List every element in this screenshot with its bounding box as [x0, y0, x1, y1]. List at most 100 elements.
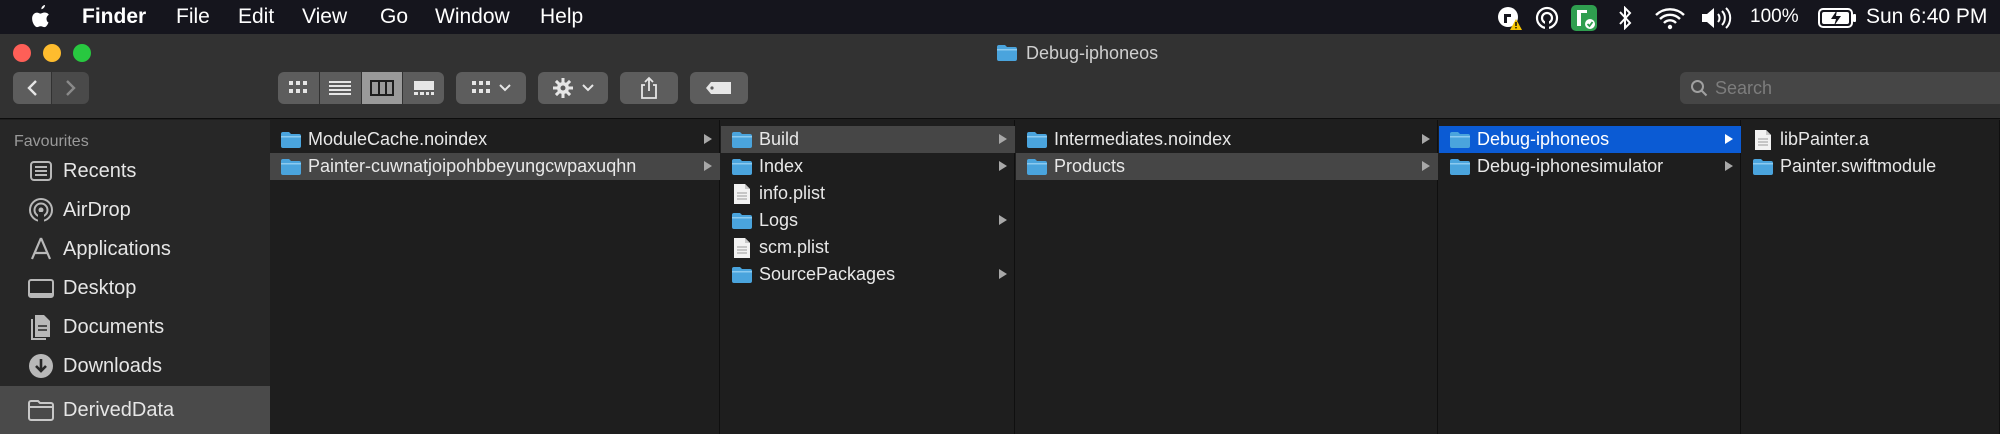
- icon-view-button[interactable]: [278, 72, 319, 104]
- folder-icon: [1026, 158, 1048, 176]
- sidebar-item-airdrop[interactable]: AirDrop: [0, 190, 270, 230]
- gallery-view-button[interactable]: [403, 72, 444, 104]
- airdrop-icon: [29, 198, 53, 224]
- document-icon: [1754, 129, 1772, 151]
- file-name: Intermediates.noindex: [1054, 129, 1232, 149]
- file-row-intermediates-noindex[interactable]: Intermediates.noindex: [1016, 126, 1438, 153]
- file-name: Painter.swiftmodule: [1780, 156, 1937, 176]
- file-name: SourcePackages: [759, 264, 896, 284]
- file-row-logs[interactable]: Logs: [721, 207, 1015, 234]
- file-row-debug-iphoneos[interactable]: Debug-iphoneos: [1439, 126, 1741, 153]
- menu-view[interactable]: View: [302, 0, 347, 34]
- file-row-painter-swiftmodule[interactable]: Painter.swiftmodule: [1742, 153, 2000, 180]
- disclosure-arrow-icon: [999, 269, 1007, 279]
- sidebar-item-label: Desktop: [63, 276, 137, 299]
- back-button[interactable]: [13, 72, 51, 104]
- applications-icon: [30, 237, 52, 260]
- menu-file[interactable]: File: [176, 0, 210, 34]
- file-name: scm.plist: [759, 237, 830, 257]
- folder-icon: [1026, 131, 1048, 149]
- disclosure-arrow-icon: [704, 134, 712, 144]
- menubar-clock[interactable]: Sun 6:40 PM: [1866, 0, 1987, 34]
- menu-help[interactable]: Help: [540, 0, 583, 34]
- desktop-icon: [28, 279, 54, 298]
- folder-icon: [731, 158, 753, 176]
- file-row-debug-iphonesimulator[interactable]: Debug-iphonesimulator: [1439, 153, 1741, 180]
- document-icon: [733, 183, 751, 205]
- sidebar-heading-favourites: Favourites: [14, 133, 89, 150]
- disclosure-arrow-icon: [704, 161, 712, 171]
- file-name: Debug-iphoneos: [1477, 129, 1610, 149]
- menu-bar: Finder File Edit View Go Window Help 100…: [0, 0, 2000, 34]
- app-name-menu[interactable]: Finder: [82, 0, 146, 34]
- column-view-button[interactable]: [361, 72, 403, 104]
- disclosure-arrow-icon: [999, 161, 1007, 171]
- file-row-products[interactable]: Products: [1016, 153, 1438, 180]
- file-name: info.plist: [759, 183, 826, 203]
- menu-go[interactable]: Go: [380, 0, 408, 34]
- file-row-scm-plist[interactable]: scm.plist: [721, 234, 1015, 261]
- title-folder-icon: [996, 44, 1018, 62]
- sidebar-item-label: Applications: [63, 237, 171, 260]
- list-icon: [329, 81, 352, 95]
- file-name: ModuleCache.noindex: [308, 129, 488, 149]
- column-3: Intermediates.noindex Products: [1016, 120, 1438, 434]
- column-2: Build Index info.plist Logs scm.plist SourceP…: [721, 120, 1015, 434]
- file-row-libpainter-a[interactable]: libPainter.a: [1742, 126, 2000, 153]
- folder-icon: [1449, 158, 1471, 176]
- file-row-sourcepackages[interactable]: SourcePackages: [721, 261, 1015, 288]
- sidebar-item-recents[interactable]: Recents: [0, 151, 270, 191]
- list-view-button[interactable]: [319, 72, 361, 104]
- minimize-window-button[interactable]: [43, 44, 61, 62]
- folder-icon: [28, 400, 54, 421]
- menu-window[interactable]: Window: [435, 0, 510, 34]
- sidebar-item-label: AirDrop: [63, 198, 131, 221]
- window-title: Debug-iphoneos: [996, 42, 1158, 64]
- zoom-window-button[interactable]: [73, 44, 91, 62]
- close-window-button[interactable]: [13, 44, 31, 62]
- columns-icon: [369, 80, 394, 96]
- sidebar-item-label: Recents: [63, 159, 137, 182]
- chevron-down-icon: [499, 84, 511, 92]
- file-name: libPainter.a: [1780, 129, 1870, 149]
- share-button[interactable]: [620, 72, 678, 104]
- sidebar-item-deriveddata[interactable]: DerivedData: [0, 386, 270, 434]
- file-row-build[interactable]: Build: [721, 126, 1015, 153]
- sidebar-item-downloads[interactable]: Downloads: [0, 346, 270, 386]
- sidebar-item-desktop[interactable]: Desktop: [0, 268, 270, 308]
- tag-icon: [706, 82, 731, 94]
- file-row-index[interactable]: Index: [721, 153, 1015, 180]
- gear-icon: [553, 78, 573, 98]
- chevron-right-icon: [65, 80, 76, 96]
- file-name: Build: [759, 129, 800, 149]
- sidebar: Favourites Recents AirDrop Applications …: [0, 120, 270, 434]
- chevron-left-icon: [27, 80, 37, 96]
- column-1: ModuleCache.noindex Painter-cuwnatjoipohb…: [270, 120, 720, 434]
- search-field[interactable]: Search: [1680, 72, 2000, 104]
- status-app-icon[interactable]: [1570, 4, 1598, 38]
- disclosure-arrow-icon: [1422, 161, 1430, 171]
- column-5: libPainter.a Painter.swiftmodule: [1742, 120, 2000, 434]
- file-row-painter-cuwnatjoipohbbeyungcwpaxuqhn[interactable]: Painter-cuwnatjoipohbbeyungcwpaxuqhn: [270, 153, 720, 180]
- file-row-info-plist[interactable]: info.plist: [721, 180, 1015, 207]
- sidebar-item-documents[interactable]: Documents: [0, 307, 270, 347]
- sidebar-item-applications[interactable]: Applications: [0, 229, 270, 269]
- forward-button[interactable]: [52, 72, 89, 104]
- finder-window: Debug-iphoneos Search Favourites Recents…: [0, 34, 2000, 434]
- file-row-modulecache-noindex[interactable]: ModuleCache.noindex: [270, 126, 720, 153]
- folder-icon: [731, 266, 753, 284]
- document-icon: [733, 237, 751, 259]
- downloads-icon: [29, 354, 53, 378]
- sidebar-item-label: Downloads: [63, 354, 162, 377]
- action-button[interactable]: [538, 72, 608, 104]
- documents-icon: [31, 315, 50, 340]
- menu-edit[interactable]: Edit: [238, 0, 274, 34]
- chevron-down-icon: [582, 84, 594, 92]
- group-button[interactable]: [456, 72, 526, 104]
- disclosure-arrow-icon: [999, 134, 1007, 144]
- folder-icon: [280, 131, 302, 149]
- folder-icon: [731, 212, 753, 230]
- apple-menu-icon[interactable]: [30, 4, 52, 38]
- file-name: Painter-cuwnatjoipohbbeyungcwpaxuqhn: [308, 156, 637, 176]
- tags-button[interactable]: [690, 72, 748, 104]
